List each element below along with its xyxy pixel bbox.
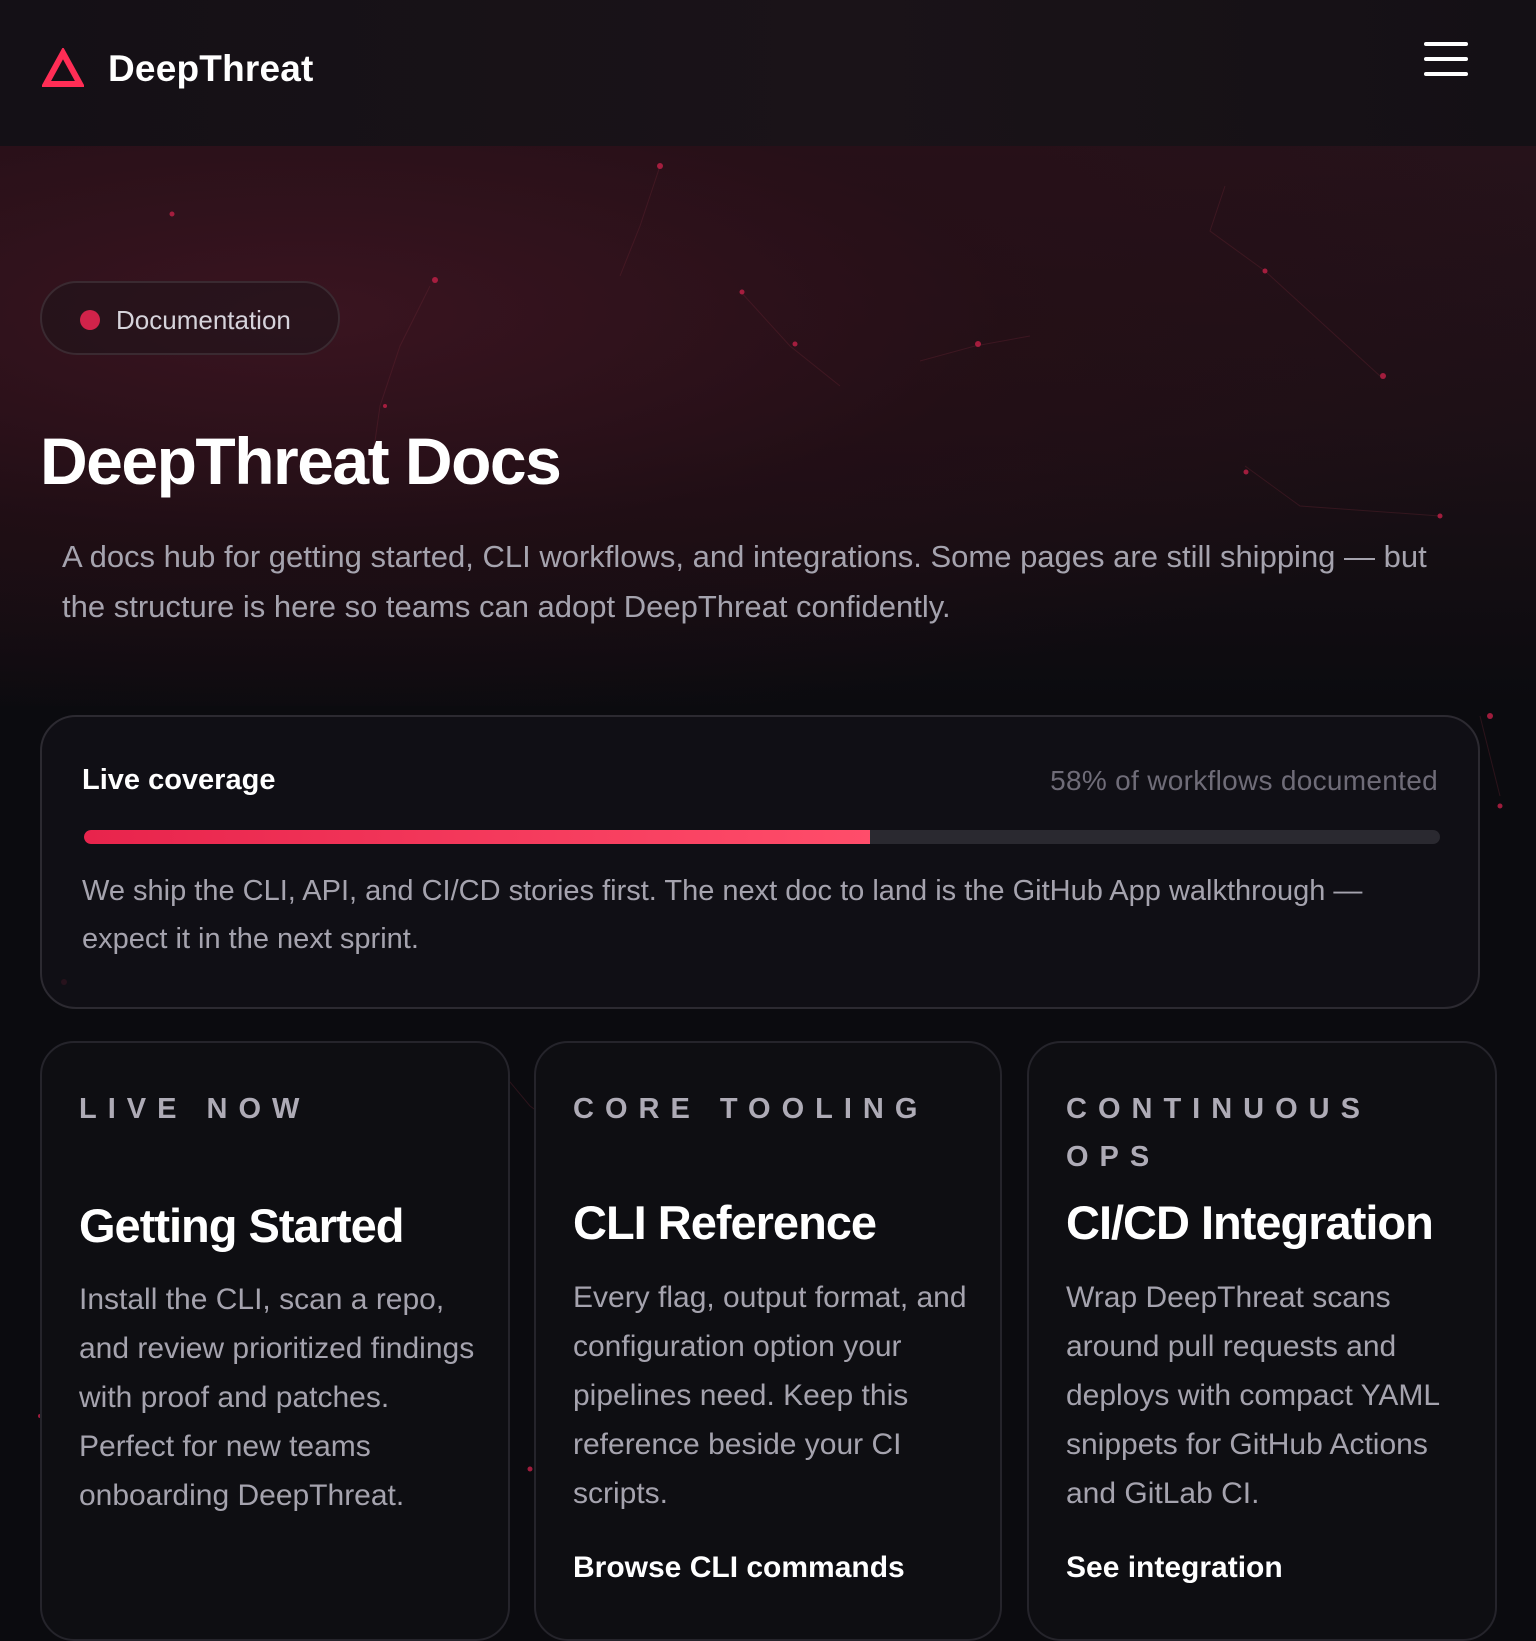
coverage-progress-fill	[84, 830, 871, 844]
card-description: Every flag, output format, and configura…	[573, 1281, 967, 1510]
card-cli-reference[interactable]: CORE TOOLING CLI Reference Every flag, o…	[534, 1041, 1002, 1641]
card-eyebrow: CORE TOOLING	[573, 1093, 929, 1125]
hero-intro-text: A docs hub for getting started, CLI work…	[62, 539, 1427, 624]
card-getting-started[interactable]: LIVE NOW Getting Started Install the CLI…	[40, 1041, 510, 1641]
coverage-description: We ship the CLI, API, and CI/CD stories …	[82, 875, 1363, 955]
card-description: Install the CLI, scan a repo, and review…	[79, 1283, 475, 1512]
card-title: CI/CD Integration	[1066, 1196, 1434, 1249]
hamburger-menu-icon[interactable]	[1424, 42, 1468, 76]
card-title: CLI Reference	[573, 1196, 877, 1249]
badge-dot-icon	[80, 310, 100, 330]
browse-cli-commands-link[interactable]: Browse CLI commands	[573, 1551, 905, 1585]
top-navbar: DeepThreat	[0, 0, 1536, 146]
page-title: DeepThreat Docs	[40, 424, 562, 498]
badge-label: Documentation	[116, 305, 291, 335]
coverage-title: Live coverage	[82, 764, 276, 796]
live-coverage-panel: Live coverage 58% of workflows documente…	[40, 715, 1480, 1009]
documentation-badge: Documentation	[40, 281, 340, 355]
card-description: Wrap DeepThreat scans around pull reques…	[1066, 1281, 1439, 1510]
card-title: Getting Started	[79, 1199, 404, 1252]
card-cicd-integration[interactable]: CONTINUOUS OPS CI/CD Integration Wrap De…	[1027, 1041, 1497, 1641]
card-eyebrow: CONTINUOUS OPS	[1066, 1093, 1371, 1173]
see-integration-link[interactable]: See integration	[1066, 1551, 1283, 1585]
card-eyebrow: LIVE NOW	[79, 1093, 311, 1125]
coverage-progress-bar	[84, 830, 1440, 844]
triangle-logo-icon	[42, 48, 84, 87]
brand-logo-link[interactable]: DeepThreat	[42, 48, 314, 90]
coverage-stat: 58% of workflows documented	[1050, 765, 1438, 796]
brand-name: DeepThreat	[108, 48, 314, 89]
